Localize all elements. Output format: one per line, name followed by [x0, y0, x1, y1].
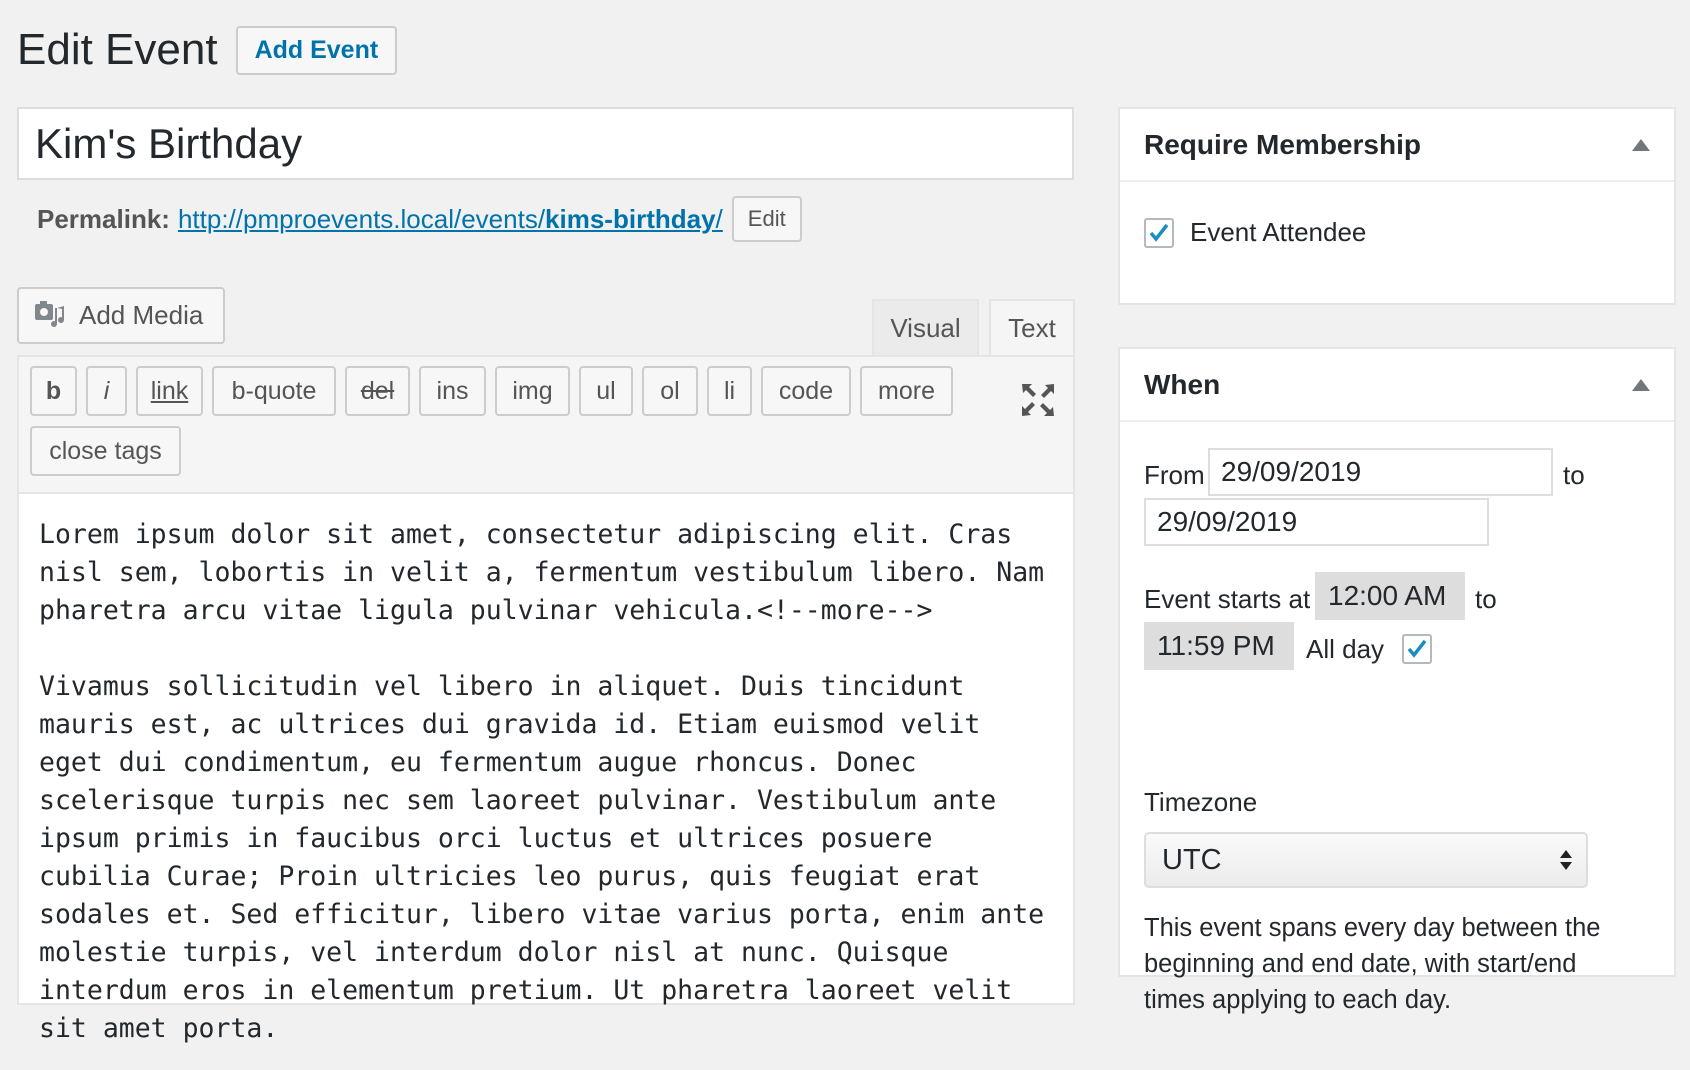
media-icon — [33, 298, 69, 334]
membership-title: Require Membership — [1144, 128, 1421, 160]
timezone-value: UTC — [1162, 843, 1222, 876]
all-day-label: All day — [1306, 634, 1385, 664]
membership-level-row: Event Attendee — [1144, 217, 1366, 248]
content-textarea[interactable]: Lorem ipsum dolor sit amet, consectetur … — [19, 494, 1073, 1070]
all-day-checkbox[interactable] — [1402, 634, 1432, 664]
when-header[interactable]: When — [1120, 349, 1674, 422]
to-date-input[interactable]: 29/09/2019 — [1144, 498, 1489, 546]
permalink-edit-button[interactable]: Edit — [731, 196, 802, 242]
start-time-input[interactable]: 12:00 AM — [1315, 572, 1465, 620]
end-time-input[interactable]: 11:59 PM — [1144, 622, 1294, 670]
timezone-label: Timezone — [1144, 787, 1258, 817]
page-header: Edit Event Add Event — [17, 20, 398, 80]
img-button[interactable]: img — [495, 366, 570, 416]
post-title-input[interactable]: Kim's Birthday — [17, 107, 1074, 180]
require-membership-box: Require Membership Event Attendee — [1118, 107, 1676, 305]
timezone-select[interactable]: UTC — [1144, 832, 1588, 888]
permalink-label: Permalink: — [37, 203, 170, 234]
permalink-base: http://pmproevents.local/events/ — [177, 203, 546, 234]
tab-text[interactable]: Text — [989, 299, 1075, 356]
ul-button[interactable]: ul — [579, 366, 633, 416]
permalink-slug: kims-birthday — [545, 203, 716, 234]
add-media-button[interactable]: Add Media — [17, 287, 225, 344]
collapse-arrow-icon[interactable] — [1632, 138, 1650, 151]
permalink-row: Permalink: http://pmproevents.local/even… — [37, 196, 802, 242]
italic-button[interactable]: i — [86, 366, 127, 416]
to-date-label: to — [1563, 460, 1585, 490]
tab-visual[interactable]: Visual — [872, 299, 979, 356]
b-quote-button[interactable]: b-quote — [212, 366, 336, 416]
membership-header[interactable]: Require Membership — [1120, 109, 1674, 182]
from-date-input[interactable]: 29/09/2019 — [1208, 448, 1553, 496]
when-box: When From 29/09/2019 to 29/09/2019 Event… — [1118, 347, 1676, 1014]
more-button[interactable]: more — [860, 366, 953, 416]
collapse-arrow-icon[interactable] — [1632, 378, 1650, 391]
event-attendee-checkbox[interactable] — [1144, 217, 1174, 248]
permalink-link[interactable]: http://pmproevents.local/events/kims-bir… — [178, 204, 723, 235]
page-title: Edit Event — [17, 25, 218, 74]
when-help-text: This event spans every day between the b… — [1144, 914, 1601, 1014]
permalink-trail: / — [715, 203, 723, 234]
link-button[interactable]: link — [136, 366, 203, 416]
code-button[interactable]: code — [761, 366, 851, 416]
when-title: When — [1144, 368, 1221, 400]
li-button[interactable]: li — [707, 366, 752, 416]
quicktags-toolbar: b i link b-quote del ins img ul ol li co… — [19, 357, 1073, 494]
del-button[interactable]: del — [345, 366, 410, 416]
fullscreen-icon[interactable] — [1019, 381, 1057, 419]
to-time-label: to — [1475, 584, 1497, 614]
ins-button[interactable]: ins — [419, 366, 486, 416]
event-attendee-label: Event Attendee — [1190, 217, 1367, 247]
text-editor: b i link b-quote del ins img ul ol li co… — [17, 355, 1075, 1044]
add-media-label: Add Media — [79, 300, 204, 330]
bold-button[interactable]: b — [30, 366, 77, 416]
from-label: From — [1144, 460, 1205, 490]
add-event-button[interactable]: Add Event — [235, 25, 398, 75]
ol-button[interactable]: ol — [642, 366, 698, 416]
close-tags-button[interactable]: close tags — [30, 426, 181, 476]
select-arrows-icon — [1560, 850, 1572, 870]
starts-label: Event starts at — [1144, 584, 1311, 614]
